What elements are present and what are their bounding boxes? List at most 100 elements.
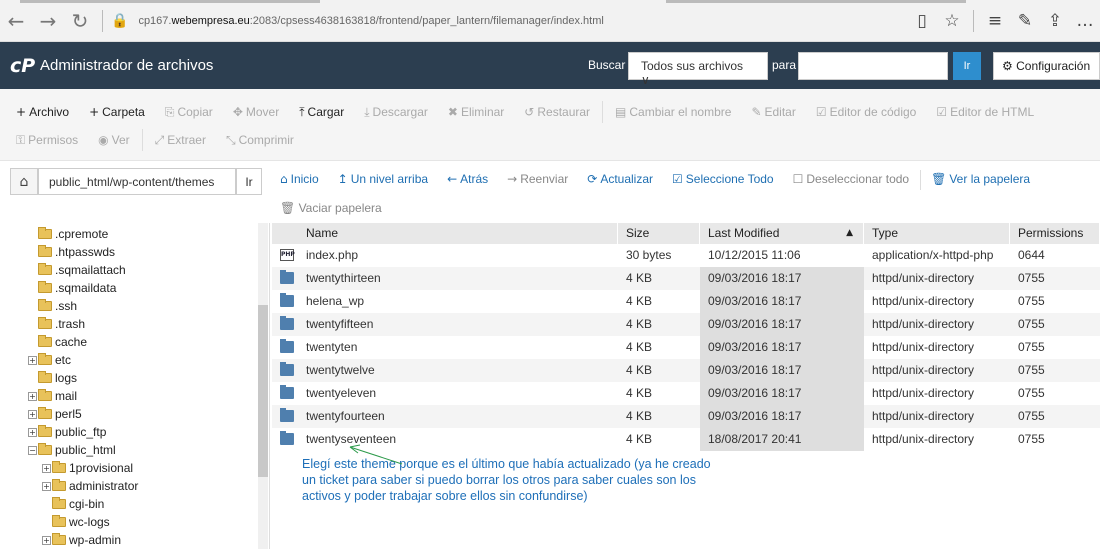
last-modified-column-header[interactable]: Last Modified ▲ <box>700 223 864 244</box>
tree-item[interactable]: + mail <box>28 387 77 405</box>
tree-item[interactable]: .ssh <box>28 297 77 315</box>
view-trash-link[interactable]: 🗑 Ver la papelera <box>931 172 1030 190</box>
cell-name: twentyfifteen <box>306 317 374 331</box>
table-row[interactable]: twentyeleven 4 KB 09/03/2016 18:17 httpd/un… <box>272 382 1100 405</box>
download-button[interactable]: ⤓ Descargar <box>364 105 428 120</box>
cell-modified: 09/03/2016 18:17 <box>700 267 864 290</box>
rename-button[interactable]: ▤ Cambiar el nombre <box>615 105 731 119</box>
tree-scrollbar-thumb[interactable] <box>258 305 268 477</box>
more-icon[interactable]: … <box>1070 11 1100 31</box>
new-file-button[interactable]: + Archivo <box>16 105 69 119</box>
code-editor-button[interactable]: ☑ Editor de código <box>816 105 917 119</box>
table-row[interactable]: twentytwelve 4 KB 09/03/2016 18:17 httpd/un… <box>272 359 1100 382</box>
path-input[interactable]: public_html/wp-content/themes <box>38 168 236 195</box>
unselect-all-link[interactable]: ☐ Deseleccionar todo <box>793 172 910 190</box>
tree-item[interactable]: .htpasswds <box>28 243 115 261</box>
refresh-icon[interactable]: ↻ <box>64 9 96 33</box>
forward-arrow-icon[interactable]: → <box>32 9 64 33</box>
forward-link-label: Reenviar <box>520 172 569 186</box>
settings-button[interactable]: ⚙ Configuración <box>993 52 1100 80</box>
select-all-link[interactable]: ☑ Seleccione Todo <box>672 172 774 190</box>
cell-name: index.php <box>306 248 359 262</box>
html-editor-button[interactable]: ☑ Editor de HTML <box>936 105 1034 119</box>
tree-item[interactable]: cgi-bin <box>42 495 104 513</box>
tree-item[interactable]: +1provisional <box>42 459 133 477</box>
restore-button-label: Restaurar <box>537 105 591 119</box>
restore-button[interactable]: ↺ Restaurar <box>524 105 590 119</box>
share-icon[interactable]: ⇪ <box>1040 11 1070 31</box>
expand-icon[interactable]: + <box>28 355 37 365</box>
cell-perms: 0755 <box>1018 294 1045 308</box>
path-go-button[interactable]: Ir <box>236 168 262 195</box>
expand-icon[interactable]: + <box>28 427 37 437</box>
forward-link[interactable]: → Reenviar <box>507 172 568 190</box>
back-arrow-icon[interactable]: ← <box>0 9 32 33</box>
tree-item[interactable]: + wp-admin <box>42 531 121 549</box>
table-row[interactable]: twentythirteen 4 KB 09/03/2016 18:17 httpd/… <box>272 267 1100 290</box>
pen-icon[interactable]: ✎ <box>1010 11 1040 31</box>
expand-icon[interactable]: + <box>28 391 37 401</box>
delete-icon: ✖ <box>447 105 458 119</box>
tree-item[interactable]: cache <box>28 333 87 351</box>
move-button[interactable]: ✥ Mover <box>233 105 279 119</box>
permissions-column-header[interactable]: Permissions <box>1010 223 1100 244</box>
tree-item[interactable]: .cpremote <box>28 225 108 243</box>
table-row[interactable]: PHP index.php 30 bytes 10/12/2015 11:06 appl… <box>272 244 1100 267</box>
size-column-header[interactable]: Size <box>618 223 700 244</box>
tree-item[interactable]: .sqmailattach <box>28 261 126 279</box>
copy-button[interactable]: ⎘ Copiar <box>165 105 213 120</box>
gear-icon: ⚙ <box>1002 59 1013 73</box>
collapse-icon[interactable]: − <box>28 445 37 455</box>
delete-button[interactable]: ✖ Eliminar <box>448 105 504 119</box>
empty-trash-link[interactable]: 🗑 Vaciar papelera <box>280 201 382 215</box>
search-go-button[interactable]: Ir <box>953 52 981 80</box>
search-input[interactable] <box>798 52 948 80</box>
cpanel-logo: cP <box>10 54 36 77</box>
cell-modified: 09/03/2016 18:17 <box>700 382 864 405</box>
tree-item[interactable]: logs <box>28 369 77 387</box>
edit-button[interactable]: ✎ Editar <box>751 105 795 119</box>
tree-item[interactable]: + etc <box>28 351 71 369</box>
table-row[interactable]: twentyten 4 KB 09/03/2016 18:17 httpd/unix-… <box>272 336 1100 359</box>
favorite-star-icon[interactable]: ☆ <box>937 11 967 31</box>
back-link[interactable]: ← Atrás <box>447 172 488 190</box>
table-row[interactable]: twentyfifteen 4 KB 09/03/2016 18:17 httpd/u… <box>272 313 1100 336</box>
move-button-label: Mover <box>245 105 280 119</box>
tree-scrollbar[interactable] <box>258 223 268 549</box>
toolbar-row-2: ⚿ Permisos ◉ Ver ⤢ Extraer ⤡ Comprimir <box>16 128 314 152</box>
home-icon[interactable]: ⌂ <box>10 168 38 195</box>
tree-item[interactable]: − public_html <box>28 441 116 459</box>
cell-modified: 09/03/2016 18:17 <box>700 336 864 359</box>
reading-view-icon[interactable]: ▯ <box>907 11 937 31</box>
expand-icon[interactable]: + <box>42 463 51 473</box>
tree-item[interactable]: + administrator <box>42 477 138 495</box>
up-one-level-link[interactable]: ↥ Un nivel arriba <box>338 172 428 190</box>
reload-link[interactable]: ⟳ Actualizar <box>587 172 653 190</box>
home-link[interactable]: ⌂ Inicio <box>280 172 319 190</box>
search-scope-select[interactable]: Todos sus archivos ∨ <box>628 52 768 87</box>
table-row[interactable]: helena_wp 4 KB 09/03/2016 18:17 httpd/unix-… <box>272 290 1100 313</box>
view-button[interactable]: ◉ Ver <box>98 133 130 147</box>
tree-item[interactable]: .trash <box>28 315 85 333</box>
app-title: Administrador de archivos <box>40 57 214 74</box>
name-column-header[interactable]: Name <box>272 223 618 244</box>
extract-button[interactable]: ⤢ Extraer <box>155 133 206 148</box>
type-column-header[interactable]: Type <box>864 223 1010 244</box>
tree-item[interactable]: wc-logs <box>42 513 110 531</box>
expand-icon[interactable]: + <box>42 535 51 545</box>
compress-button[interactable]: ⤡ Comprimir <box>226 133 294 148</box>
table-row[interactable]: twentyfourteen 4 KB 09/03/2016 18:17 httpd/… <box>272 405 1100 428</box>
new-folder-button[interactable]: + Carpeta <box>89 105 145 119</box>
select-all-link-label: Seleccione Todo <box>685 172 774 186</box>
expand-icon[interactable]: + <box>42 481 51 491</box>
cell-size: 4 KB <box>626 294 653 308</box>
address-bar[interactable]: cp167.webempresa.eu:2083/cpsess463816381… <box>138 15 603 27</box>
permissions-button[interactable]: ⚿ Permisos <box>16 133 78 148</box>
expand-icon[interactable]: + <box>28 409 37 419</box>
tree-item[interactable]: + perl5 <box>28 405 82 423</box>
tree-item-label: administrator <box>69 479 139 493</box>
tree-item[interactable]: .sqmaildata <box>28 279 116 297</box>
hub-icon[interactable]: ≡ <box>980 11 1010 31</box>
upload-button[interactable]: ⤒ Cargar <box>299 105 344 120</box>
tree-item[interactable]: + public_ftp <box>28 423 106 441</box>
